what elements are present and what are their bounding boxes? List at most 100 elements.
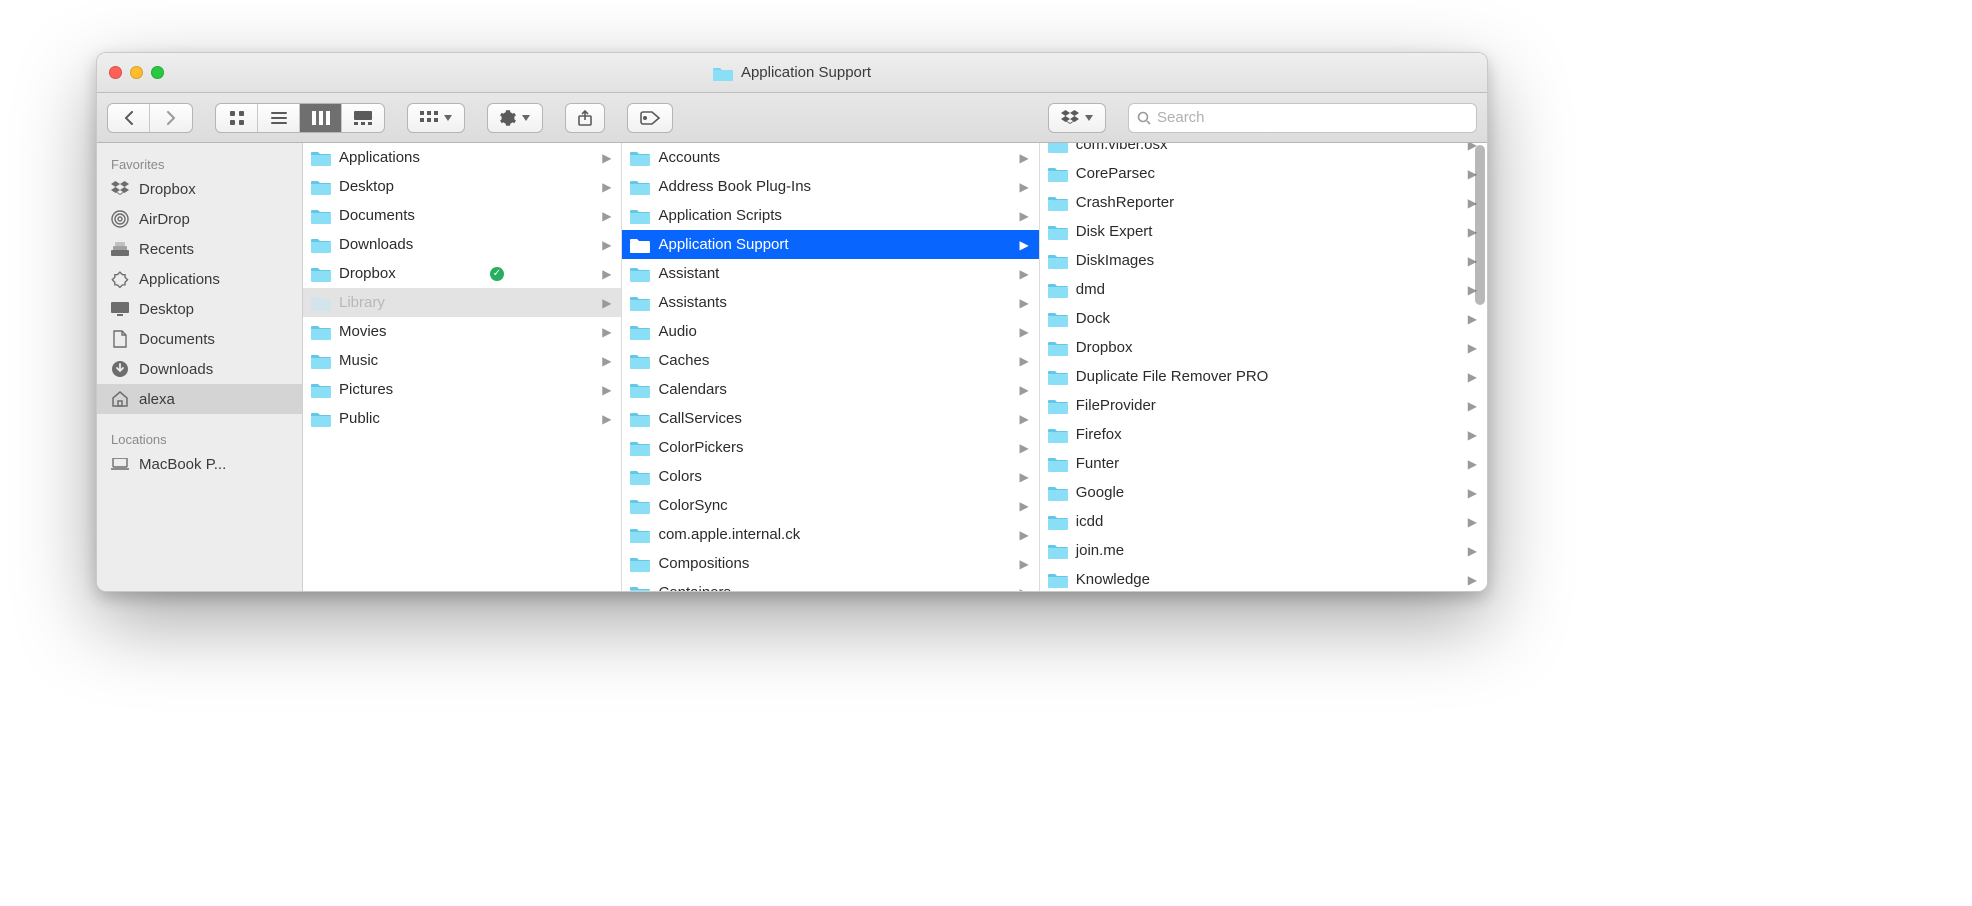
chevron-down-icon — [444, 115, 452, 121]
folder-item[interactable]: DiskImages▶ — [1040, 246, 1487, 275]
folder-item[interactable]: icdd▶ — [1040, 507, 1487, 536]
folder-icon — [1048, 166, 1068, 182]
folder-item[interactable]: Pictures▶ — [303, 375, 621, 404]
sidebar-item-documents[interactable]: Documents — [97, 324, 302, 354]
nav-back-forward — [107, 103, 193, 133]
folder-item[interactable]: CallServices▶ — [622, 404, 1038, 433]
sidebar-item-macbook-p-[interactable]: MacBook P... — [97, 449, 302, 479]
folder-item[interactable]: Caches▶ — [622, 346, 1038, 375]
chevron-right-icon: ▶ — [602, 354, 611, 368]
folder-item[interactable]: Containers▶ — [622, 578, 1038, 591]
chevron-right-icon: ▶ — [1020, 296, 1029, 310]
folder-item[interactable]: Audio▶ — [622, 317, 1038, 346]
chevron-right-icon: ▶ — [1468, 457, 1477, 471]
folder-item[interactable]: Address Book Plug-Ins▶ — [622, 172, 1038, 201]
chevron-right-icon: ▶ — [1020, 499, 1029, 513]
folder-item[interactable]: Application Support▶ — [622, 230, 1038, 259]
folder-item[interactable]: Applications▶ — [303, 143, 621, 172]
chevron-right-icon: ▶ — [602, 296, 611, 310]
action-menu-button[interactable] — [487, 103, 543, 133]
folder-item[interactable]: CrashReporter▶ — [1040, 188, 1487, 217]
folder-item[interactable]: com.viber.osx▶ — [1040, 143, 1487, 159]
folder-item[interactable]: Accounts▶ — [622, 143, 1038, 172]
scrollbar-thumb[interactable] — [1475, 145, 1485, 305]
forward-button[interactable] — [150, 104, 192, 132]
column-2[interactable]: com.viber.osx▶CoreParsec▶CrashReporter▶D… — [1040, 143, 1487, 591]
folder-item[interactable]: dmd▶ — [1040, 275, 1487, 304]
folder-item[interactable]: Music▶ — [303, 346, 621, 375]
folder-item[interactable]: ColorPickers▶ — [622, 433, 1038, 462]
folder-item[interactable]: Disk Expert▶ — [1040, 217, 1487, 246]
list-view-button[interactable] — [258, 104, 300, 132]
folder-label: Containers — [658, 584, 731, 591]
folder-item[interactable]: CoreParsec▶ — [1040, 159, 1487, 188]
folder-icon — [1048, 456, 1068, 472]
chevron-right-icon: ▶ — [1020, 412, 1029, 426]
chevron-right-icon: ▶ — [602, 238, 611, 252]
sidebar-item-alexa[interactable]: alexa — [97, 384, 302, 414]
folder-label: ColorPickers — [658, 439, 743, 456]
group-by-button[interactable] — [407, 103, 465, 133]
sidebar-item-airdrop[interactable]: AirDrop — [97, 204, 302, 234]
folder-item[interactable]: ColorSync▶ — [622, 491, 1038, 520]
back-button[interactable] — [108, 104, 150, 132]
search-input[interactable] — [1157, 109, 1468, 126]
sidebar-item-recents[interactable]: Recents — [97, 234, 302, 264]
sidebar-item-label: MacBook P... — [139, 456, 226, 473]
folder-item[interactable]: Dropbox▶ — [1040, 333, 1487, 362]
folder-item[interactable]: FileProvider▶ — [1040, 391, 1487, 420]
gallery-view-button[interactable] — [342, 104, 384, 132]
share-icon — [578, 110, 592, 126]
folder-item[interactable]: Compositions▶ — [622, 549, 1038, 578]
minimize-window-button[interactable] — [130, 66, 143, 79]
dropbox-icon — [111, 180, 129, 198]
fullscreen-window-button[interactable] — [151, 66, 164, 79]
folder-item[interactable]: Google▶ — [1040, 478, 1487, 507]
folder-item[interactable]: Knowledge▶ — [1040, 565, 1487, 591]
folder-item[interactable]: Library▶ — [303, 288, 621, 317]
grid-group-icon — [420, 111, 438, 125]
folder-item[interactable]: Documents▶ — [303, 201, 621, 230]
search-field[interactable] — [1128, 103, 1477, 133]
close-window-button[interactable] — [109, 66, 122, 79]
folder-label: Firefox — [1076, 426, 1122, 443]
folder-item[interactable]: Dropbox✓▶ — [303, 259, 621, 288]
chevron-right-icon: ▶ — [602, 267, 611, 281]
folder-item[interactable]: Assistant▶ — [622, 259, 1038, 288]
folder-item[interactable]: Assistants▶ — [622, 288, 1038, 317]
folder-item[interactable]: Firefox▶ — [1040, 420, 1487, 449]
chevron-right-icon: ▶ — [1020, 238, 1029, 252]
folder-label: icdd — [1076, 513, 1104, 530]
folder-item[interactable]: com.apple.internal.ck▶ — [622, 520, 1038, 549]
sidebar-item-label: Documents — [139, 331, 215, 348]
folder-item[interactable]: Downloads▶ — [303, 230, 621, 259]
sidebar-item-dropbox[interactable]: Dropbox — [97, 174, 302, 204]
folder-icon — [311, 411, 331, 427]
folder-item[interactable]: Funter▶ — [1040, 449, 1487, 478]
tags-button[interactable] — [627, 103, 673, 133]
folder-item[interactable]: Movies▶ — [303, 317, 621, 346]
folder-item[interactable]: Desktop▶ — [303, 172, 621, 201]
column-view-button[interactable] — [300, 104, 342, 132]
sidebar-item-applications[interactable]: Applications — [97, 264, 302, 294]
folder-item[interactable]: join.me▶ — [1040, 536, 1487, 565]
titlebar[interactable]: Application Support — [97, 53, 1487, 93]
share-button[interactable] — [565, 103, 605, 133]
folder-icon — [1048, 514, 1068, 530]
icon-view-button[interactable] — [216, 104, 258, 132]
folder-item[interactable]: Public▶ — [303, 404, 621, 433]
sidebar-item-downloads[interactable]: Downloads — [97, 354, 302, 384]
folder-item[interactable]: Colors▶ — [622, 462, 1038, 491]
column-0[interactable]: Applications▶Desktop▶Documents▶Downloads… — [303, 143, 622, 591]
folder-icon — [630, 150, 650, 166]
folder-item[interactable]: Application Scripts▶ — [622, 201, 1038, 230]
sidebar-item-desktop[interactable]: Desktop — [97, 294, 302, 324]
dropbox-toolbar-button[interactable] — [1048, 103, 1106, 133]
folder-item[interactable]: Duplicate File Remover PRO▶ — [1040, 362, 1487, 391]
column-browser: Applications▶Desktop▶Documents▶Downloads… — [303, 143, 1487, 591]
column-1[interactable]: Accounts▶Address Book Plug-Ins▶Applicati… — [622, 143, 1039, 591]
folder-item[interactable]: Dock▶ — [1040, 304, 1487, 333]
folder-item[interactable]: Calendars▶ — [622, 375, 1038, 404]
folder-icon — [630, 179, 650, 195]
sync-ok-icon: ✓ — [490, 267, 504, 281]
